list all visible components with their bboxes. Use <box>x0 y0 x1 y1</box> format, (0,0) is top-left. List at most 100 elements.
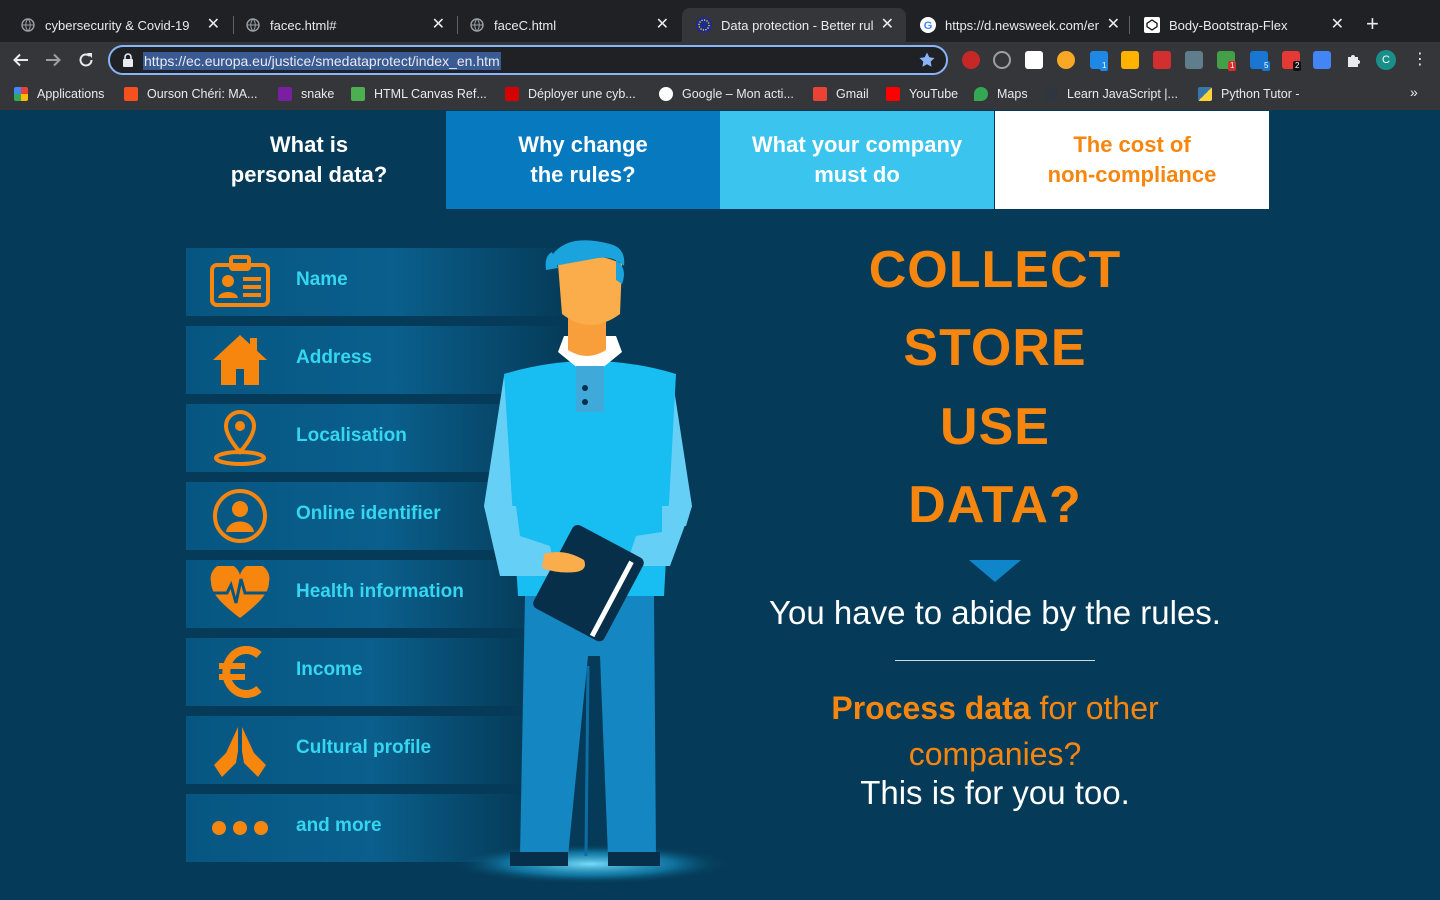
bookmark-youtube[interactable]: YouTube <box>886 86 958 102</box>
bookmark-python-tutor[interactable]: Python Tutor - <box>1198 86 1300 102</box>
maps-pin-icon <box>974 87 988 101</box>
bookmark-html-canvas[interactable]: HTML Canvas Ref... <box>351 86 487 102</box>
nav-cost-of-non-compliance[interactable]: The cost of non-compliance <box>995 111 1269 209</box>
bookmark-label: Google – Mon acti... <box>682 87 794 101</box>
menu-dots-icon[interactable]: ⋮ <box>1412 50 1428 70</box>
lock-icon <box>122 53 134 72</box>
w3schools-icon <box>351 87 365 101</box>
close-tab-icon[interactable]: ✕ <box>207 17 220 33</box>
bookmarks-overflow-button[interactable]: » <box>1410 84 1418 100</box>
close-tab-icon[interactable]: ✕ <box>881 17 894 33</box>
tab-title: faceC.html <box>494 17 557 33</box>
google-icon: G <box>920 17 936 33</box>
divider <box>895 660 1095 661</box>
tab-bootstrap-flex[interactable]: Body-Bootstrap-Flex ✕ <box>1124 8 1356 42</box>
tab-facec[interactable]: faceC.html ✕ <box>449 8 681 42</box>
url-text[interactable]: https://ec.europa.eu/justice/smedataprot… <box>143 52 501 70</box>
data-item-label: Health information <box>296 581 464 602</box>
extension-badge: 2 <box>1293 61 1302 71</box>
bookmark-label: snake <box>301 87 335 101</box>
reload-icon <box>79 53 93 67</box>
bookmark-snake[interactable]: snake <box>278 86 334 102</box>
bookmark-site-icon <box>505 87 519 101</box>
tab-strip: cybersecurity & Covid-19 ✕ facec.html# ✕… <box>0 0 1440 42</box>
heart-pulse-icon <box>208 566 272 622</box>
process-data-emphasis: Process data <box>831 690 1031 726</box>
ellipsis-icon <box>208 800 272 856</box>
tab-data-protection[interactable]: Data protection - Better rule ✕ <box>682 8 906 42</box>
bookmark-label: YouTube <box>909 87 959 101</box>
globe-icon <box>245 17 261 33</box>
data-item-label: Online identifier <box>296 503 441 524</box>
bookmark-ourson[interactable]: Ourson Chéri: MA... <box>124 86 257 102</box>
man-with-tablet-illustration <box>450 240 730 884</box>
close-tab-icon[interactable]: ✕ <box>1107 17 1120 33</box>
house-icon <box>208 332 272 388</box>
bookmark-label: HTML Canvas Ref... <box>374 87 487 101</box>
bookmark-gmail[interactable]: Gmail <box>813 86 869 102</box>
rules-statement: You have to abide by the rules. <box>769 594 1221 631</box>
puzzle-icon[interactable] <box>1345 51 1363 69</box>
user-circle-icon <box>208 488 272 544</box>
extension-icon[interactable] <box>1185 51 1203 69</box>
bookmark-maps[interactable]: Maps <box>974 86 1028 102</box>
page-content: What is personal data? Why change the ru… <box>0 110 1440 900</box>
euro-icon <box>208 644 272 700</box>
data-item-label: Address <box>296 347 373 368</box>
apps-grid-icon <box>14 87 28 101</box>
tab-title: cybersecurity & Covid-19 <box>45 17 190 33</box>
snake-icon <box>278 87 292 101</box>
nav-why-change-rules[interactable]: Why change the rules? <box>446 111 720 209</box>
bookmark-google-activity[interactable]: Google – Mon acti... <box>659 86 794 102</box>
tab-cybersecurity[interactable]: cybersecurity & Covid-19 ✕ <box>0 8 232 42</box>
google-icon <box>659 87 673 101</box>
translate-icon[interactable] <box>1313 51 1331 69</box>
bookmark-star-icon[interactable] <box>918 51 936 74</box>
nav-what-is-personal-data[interactable]: What is personal data? <box>172 111 446 209</box>
data-item-label: Name <box>296 269 348 290</box>
forward-button[interactable] <box>42 49 64 71</box>
bookmark-label: Gmail <box>836 87 869 101</box>
globe-icon <box>469 17 485 33</box>
data-item-label: Income <box>296 659 363 680</box>
bookmark-deployer[interactable]: Déployer une cyb... <box>505 86 636 102</box>
reload-button[interactable] <box>75 49 97 71</box>
data-item-label: Localisation <box>296 425 407 446</box>
arrow-right-icon <box>46 53 61 67</box>
headline-use: USE <box>940 398 1050 456</box>
codepen-icon <box>1144 17 1160 33</box>
tab-facec-hash[interactable]: facec.html# ✕ <box>225 8 457 42</box>
bookmark-applications[interactable]: Applications <box>14 86 104 102</box>
tab-title: Body-Bootstrap-Flex <box>1169 17 1288 33</box>
bookmark-label: Maps <box>997 87 1028 101</box>
blogger-icon <box>124 87 138 101</box>
id-card-icon <box>208 254 272 310</box>
extension-icon[interactable] <box>1121 51 1139 69</box>
extension-icon[interactable] <box>962 51 980 69</box>
extension-icon[interactable] <box>1153 51 1171 69</box>
tab-newsweek[interactable]: G https://d.newsweek.com/en/ ✕ <box>900 8 1132 42</box>
gmail-icon <box>813 87 827 101</box>
extension-icon[interactable] <box>993 51 1011 69</box>
data-item-label: Cultural profile <box>296 737 432 758</box>
extension-icon[interactable] <box>1025 51 1043 69</box>
extension-icon[interactable] <box>1057 51 1075 69</box>
bookmark-label: Python Tutor - <box>1221 87 1300 101</box>
globe-icon <box>20 17 36 33</box>
tab-title: facec.html# <box>270 17 337 33</box>
close-tab-icon[interactable]: ✕ <box>432 17 445 33</box>
headline-data: DATA? <box>908 476 1082 534</box>
profile-avatar[interactable]: C <box>1376 50 1396 70</box>
address-bar[interactable]: https://ec.europa.eu/justice/smedataprot… <box>108 45 948 75</box>
location-pin-icon <box>208 409 272 466</box>
close-tab-icon[interactable]: ✕ <box>1331 17 1344 33</box>
new-tab-button[interactable]: + <box>1366 13 1379 35</box>
back-button[interactable] <box>10 49 32 71</box>
tab-title: Data protection - Better rule <box>721 17 873 33</box>
down-triangle-icon <box>969 560 1021 582</box>
browser-toolbar: https://ec.europa.eu/justice/smedataprot… <box>0 42 1440 78</box>
bookmark-label: Déployer une cyb... <box>528 87 636 101</box>
nav-what-company-must-do[interactable]: What your company must do <box>720 111 994 209</box>
close-tab-icon[interactable]: ✕ <box>656 17 669 33</box>
bookmark-learn-javascript[interactable]: Learn JavaScript |... <box>1044 86 1178 102</box>
